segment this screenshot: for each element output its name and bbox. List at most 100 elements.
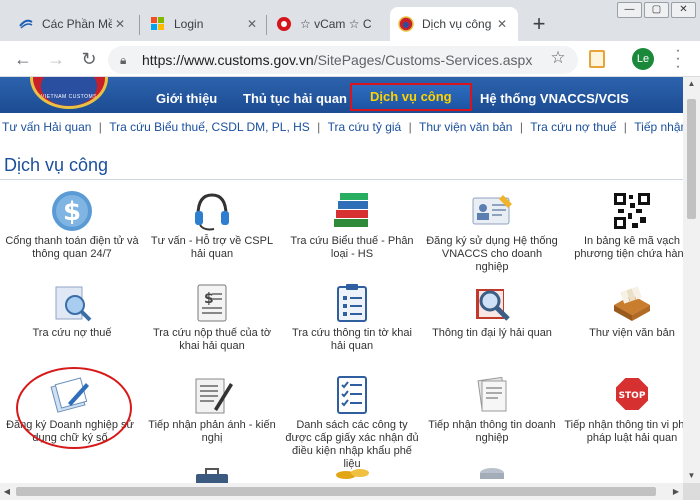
close-tab-icon[interactable]: ✕ — [494, 16, 510, 32]
service-label: Đăng ký sử dụng Hệ thống VNACCS cho doan… — [426, 235, 558, 273]
service-tile[interactable]: Tra cứu Biểu thuế - Phân loại - HS — [282, 189, 422, 261]
profile-avatar[interactable]: Le — [632, 48, 654, 70]
extension-icon[interactable] — [589, 50, 605, 68]
bookmark-star-icon[interactable]: ☆ — [548, 48, 568, 68]
url-path: /SitePages/Customs-Services.aspx — [313, 52, 533, 68]
tab-label: Các Phần Mề — [42, 17, 112, 31]
service-tile[interactable]: Tư vấn - Hỗ trợ về CSPL hải quan — [142, 189, 282, 261]
tab-label: Dịch vụ công — [422, 17, 492, 31]
windows-icon — [150, 16, 166, 32]
link-tra-cuu-bieu-thue[interactable]: Tra cứu Biểu thuế, CSDL DM, PL, HS — [109, 117, 310, 137]
tab-separator — [139, 15, 140, 35]
service-tile[interactable]: $ Cổng thanh toán điện tử và thông quan … — [2, 189, 142, 261]
service-label: Cổng thanh toán điện tử và thông quan 24… — [5, 235, 139, 260]
service-label: Thông tin đại lý hải quan — [432, 327, 552, 339]
documents-stack-icon — [470, 373, 514, 417]
customs-logo[interactable]: VIETNAM CUSTOMS — [30, 77, 108, 109]
service-label: Tiếp nhận thông tin vi phạm pháp luật hả… — [564, 419, 683, 444]
service-tile[interactable]: Tiếp nhận thông tin doanh nghiệp — [422, 373, 562, 445]
document-pen-icon — [190, 373, 234, 417]
vertical-scrollbar[interactable]: ▲ ▼ — [683, 77, 700, 483]
browser-tab-strip: Các Phần Mề ✕ Login ✕ ☆ vCam ☆ C Dịch vụ… — [0, 0, 700, 41]
logo-text: VIETNAM CUSTOMS — [40, 94, 98, 100]
close-tab-icon[interactable]: ✕ — [244, 16, 260, 32]
link-thu-vien-van-ban[interactable]: Thư viện văn bản — [419, 117, 512, 137]
svg-text:STOP: STOP — [619, 391, 646, 401]
vnpt-icon — [18, 16, 34, 32]
service-tile[interactable]: Đăng ký sử dụng Hệ thống VNACCS cho doan… — [422, 189, 562, 274]
service-tile[interactable]: $ Tra cứu nộp thuế của tờ khai hải quan — [142, 281, 282, 353]
briefcase-icon — [190, 465, 234, 483]
scroll-left-arrow-icon[interactable]: ◀ — [0, 483, 14, 500]
highlight-circle-annotation — [16, 367, 132, 449]
horizontal-scroll-thumb[interactable] — [16, 487, 656, 496]
file-drawer-icon — [610, 281, 654, 325]
browser-tab-2[interactable]: Login ✕ — [142, 7, 268, 41]
link-tu-van-hai-quan[interactable]: Tư vấn Hải quan — [2, 117, 91, 137]
books-icon — [330, 189, 374, 233]
back-arrow-icon[interactable]: ← — [12, 48, 34, 70]
address-bar[interactable]: 🔒︎ https://www.customs.gov.vn/SitePages/… — [108, 46, 578, 74]
service-tile[interactable]: Danh sách các công ty được cấp giấy xác … — [282, 373, 422, 471]
scroll-down-arrow-icon[interactable]: ▼ — [683, 469, 700, 483]
stop-sign-icon: STOP — [610, 373, 654, 417]
page-viewport: VIETNAM CUSTOMS Giới thiệu Thủ tục hải q… — [0, 77, 683, 483]
link-tra-cuu-no-thue[interactable]: Tra cứu nợ thuế — [530, 117, 616, 137]
new-tab-button[interactable]: + — [528, 13, 550, 36]
coins-icon — [330, 465, 374, 483]
window-controls: — ▢ ✕ — [615, 2, 696, 18]
lock-icon: 🔒︎ — [120, 53, 127, 67]
service-tile[interactable]: Thông tin đại lý hải quan — [422, 281, 562, 340]
page-title: Dịch vụ công — [4, 155, 109, 175]
site-header: VIETNAM CUSTOMS Giới thiệu Thủ tục hải q… — [0, 77, 683, 113]
minimize-button[interactable]: — — [617, 2, 642, 18]
vertical-scroll-thumb[interactable] — [687, 99, 696, 219]
tab-label: ☆ vCam ☆ C — [300, 17, 372, 31]
link-tiep-nhan[interactable]: Tiếp nhận t — [634, 117, 683, 137]
tab-separator — [266, 15, 267, 35]
reload-icon[interactable]: ↻ — [78, 48, 100, 70]
menu-kebab-icon[interactable]: · · · — [670, 43, 686, 75]
maximize-button[interactable]: ▢ — [644, 2, 669, 18]
service-tile[interactable]: Thư viện văn bản — [562, 281, 683, 340]
svg-text:$: $ — [63, 197, 81, 227]
tab-label: Login — [174, 17, 204, 31]
service-tile[interactable] — [422, 465, 562, 483]
headset-icon — [190, 189, 234, 233]
service-label: Tra cứu nợ thuế — [32, 327, 112, 339]
service-tile[interactable]: STOP Tiếp nhận thông tin vi phạm pháp lu… — [562, 373, 683, 445]
forward-arrow-icon[interactable]: → — [45, 48, 67, 70]
browser-tab-3[interactable]: ☆ vCam ☆ C — [268, 7, 388, 41]
nav-gioi-thieu[interactable]: Giới thiệu — [156, 77, 217, 113]
magnifier-book-icon — [470, 281, 514, 325]
nav-he-thong-vnaccs[interactable]: Hệ thống VNACCS/VCIS — [480, 77, 629, 113]
close-window-button[interactable]: ✕ — [671, 2, 696, 18]
scroll-up-arrow-icon[interactable]: ▲ — [683, 77, 700, 91]
service-tile[interactable]: In bảng kê mã vạch phương tiện chứa hàng — [562, 189, 683, 261]
service-tile[interactable] — [282, 465, 422, 483]
service-tile[interactable] — [142, 465, 282, 483]
service-label: Tiếp nhận phản ánh - kiến nghị — [148, 419, 276, 444]
database-icon — [470, 465, 514, 483]
scroll-right-arrow-icon[interactable]: ▶ — [669, 483, 683, 500]
service-label: Tra cứu Biểu thuế - Phân loại - HS — [290, 235, 414, 260]
horizontal-scrollbar[interactable]: ◀ ▶ — [0, 483, 683, 500]
service-tile[interactable]: Tra cứu nợ thuế — [2, 281, 142, 340]
service-label: Thư viện văn bản — [589, 327, 675, 339]
nav-thu-tuc-hai-quan[interactable]: Thủ tục hải quan — [243, 77, 347, 113]
quick-links-bar: Tư vấn Hải quan | Tra cứu Biểu thuế, CSD… — [0, 117, 683, 137]
close-tab-icon[interactable]: ✕ — [112, 16, 128, 32]
dollar-coin-icon: $ — [50, 189, 94, 233]
nav-dich-vu-cong[interactable]: Dịch vụ công — [350, 83, 472, 111]
service-label: Tiếp nhận thông tin doanh nghiệp — [428, 419, 556, 444]
service-label: Danh sách các công ty được cấp giấy xác … — [285, 419, 419, 470]
id-card-icon — [470, 189, 514, 233]
browser-tab-1[interactable]: Các Phần Mề ✕ — [10, 7, 136, 41]
customs-icon — [398, 16, 414, 32]
link-tra-cuu-ty-gia[interactable]: Tra cứu tỷ giá — [328, 117, 402, 137]
browser-tab-4[interactable]: Dịch vụ công ✕ — [390, 7, 518, 41]
record-icon — [276, 16, 292, 32]
service-label: In bảng kê mã vạch phương tiện chứa hàng — [574, 235, 683, 260]
service-tile[interactable]: Tra cứu thông tin tờ khai hải quan — [282, 281, 422, 353]
service-tile[interactable]: Tiếp nhận phản ánh - kiến nghị — [142, 373, 282, 445]
